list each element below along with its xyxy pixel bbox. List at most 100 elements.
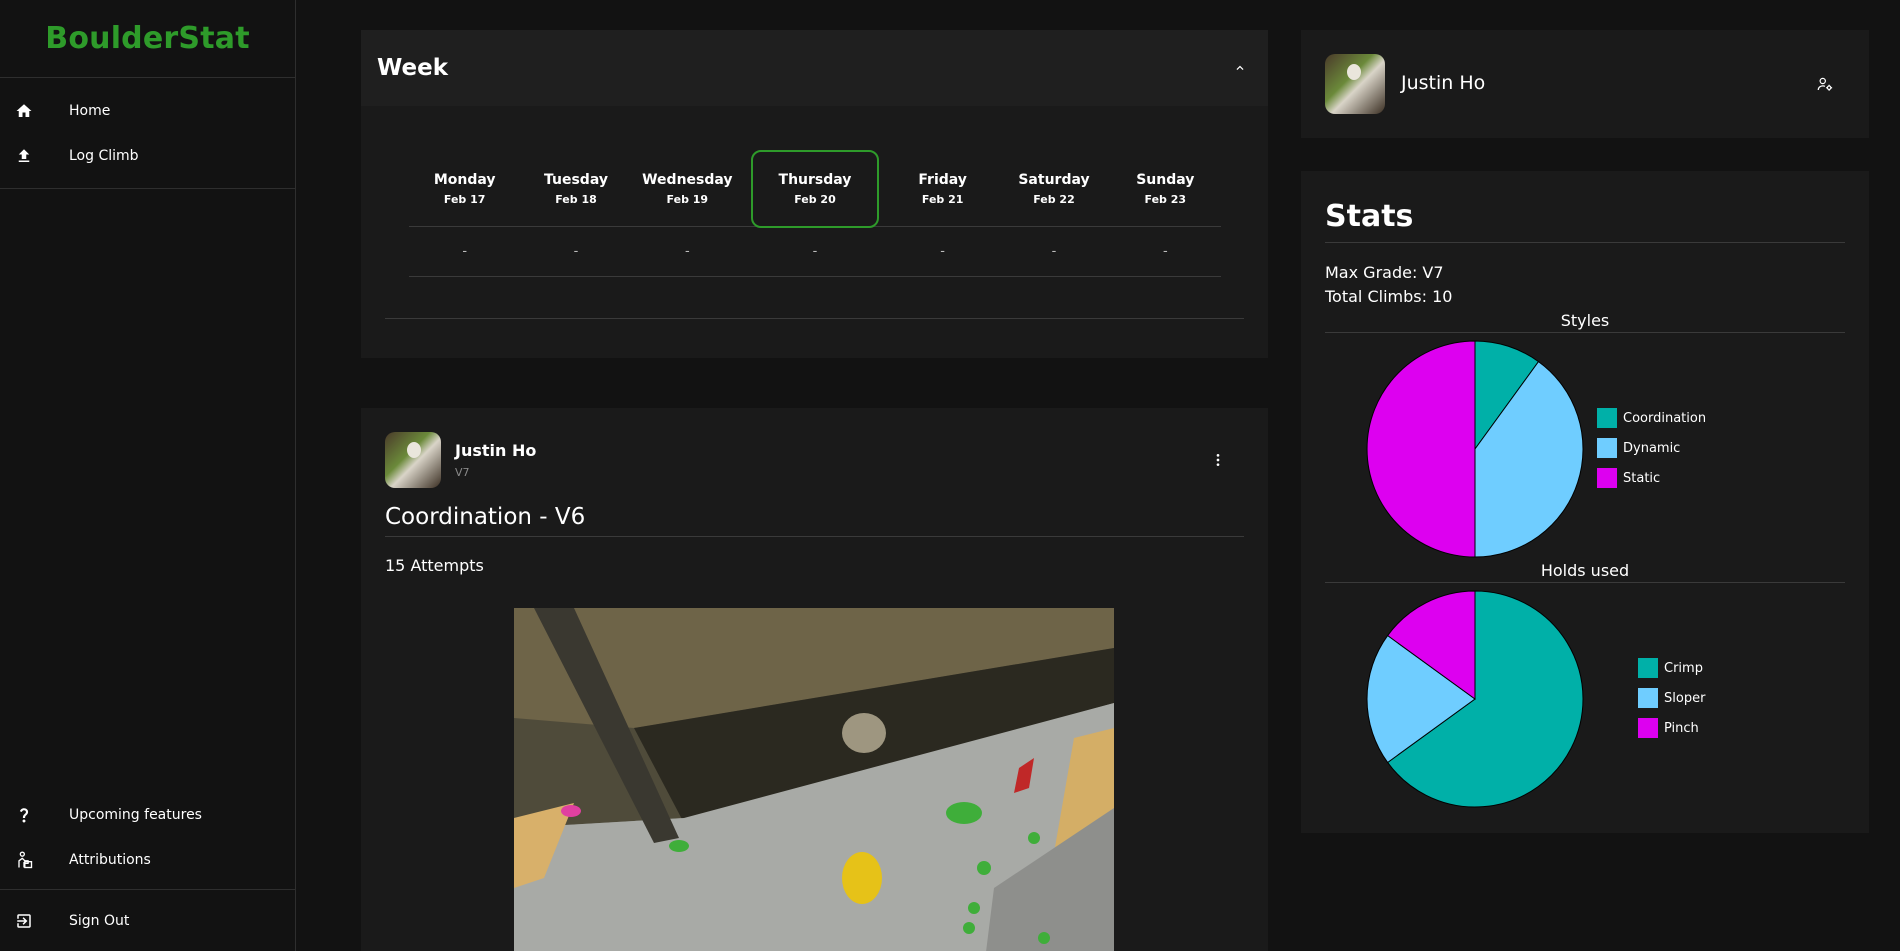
day-value: - <box>684 244 690 259</box>
legend-swatch <box>1597 438 1617 458</box>
signout-section: Sign Out <box>0 889 295 943</box>
user-settings-icon[interactable] <box>1813 72 1837 96</box>
week-days-table: Monday Feb 17 Tuesday Feb 18 Wednesday F… <box>409 149 1221 277</box>
day-date: Feb 17 <box>443 192 486 206</box>
legend-swatch <box>1638 658 1658 678</box>
sidebar-item-log-climb[interactable]: Log Climb <box>0 133 295 178</box>
day-name: Thursday <box>778 171 852 188</box>
sidebar-bottom-nav: Upcoming features Attributions <box>0 792 295 882</box>
home-icon <box>14 101 34 121</box>
sidebar-nav: Home Log Climb <box>0 78 295 189</box>
week-title: Week <box>377 55 449 81</box>
day-date: Feb 21 <box>921 192 964 206</box>
styles-chart-title: Styles <box>1325 311 1845 333</box>
chevron-up-icon[interactable] <box>1228 56 1252 80</box>
climb-user-info: Justin Ho V7 <box>455 441 536 479</box>
climb-user-grade: V7 <box>455 466 470 479</box>
max-grade-stat: Max Grade: V7 <box>1325 263 1444 282</box>
sidebar-item-label: Sign Out <box>69 912 130 929</box>
profile-card: Justin Ho <box>1301 30 1869 138</box>
week-card: Week Monday Feb 17 Tuesday Feb 18 Wednes… <box>361 30 1268 358</box>
day-value: - <box>1051 244 1057 259</box>
divider <box>385 318 1244 319</box>
styles-pie-chart <box>1366 340 1584 558</box>
day-name: Tuesday <box>544 171 608 188</box>
holds-chart-title: Holds used <box>1325 561 1845 583</box>
day-date: Feb 18 <box>555 192 597 206</box>
day-value: - <box>812 244 818 259</box>
day-value: - <box>462 244 468 259</box>
legend-swatch <box>1597 408 1617 428</box>
question-icon <box>14 805 34 825</box>
legend-swatch <box>1597 468 1617 488</box>
more-options-icon[interactable] <box>1208 450 1228 470</box>
legend-label: Sloper <box>1664 690 1706 706</box>
holds-legend-item[interactable]: Crimp <box>1638 653 1705 683</box>
days-value-row: - - - - - - - <box>409 227 1221 277</box>
day-date: Feb 19 <box>666 192 709 206</box>
total-climbs-stat: Total Climbs: 10 <box>1325 287 1453 306</box>
day-friday[interactable]: Friday Feb 21 <box>887 172 998 206</box>
holds-legend-item[interactable]: Pinch <box>1638 713 1705 743</box>
day-value: - <box>573 244 579 259</box>
brand-logo-text[interactable]: BoulderStat <box>45 21 249 56</box>
styles-slice-static[interactable] <box>1366 340 1476 558</box>
sidebar-item-attributions[interactable]: Attributions <box>0 837 295 882</box>
styles-legend-item[interactable]: Coordination <box>1597 403 1706 433</box>
day-date: Feb 22 <box>1033 192 1075 206</box>
sidebar-item-home[interactable]: Home <box>0 88 295 133</box>
climb-header: Justin Ho V7 <box>385 432 536 488</box>
holds-pie-chart <box>1366 590 1584 808</box>
day-tuesday[interactable]: Tuesday Feb 18 <box>520 172 631 206</box>
day-name: Monday <box>433 171 496 188</box>
sidebar: BoulderStat Home Log Climb Upcoming feat… <box>0 0 296 951</box>
day-value: - <box>1162 244 1168 259</box>
day-date: Feb 23 <box>1144 192 1187 206</box>
sidebar-item-sign-out[interactable]: Sign Out <box>0 898 295 943</box>
upload-icon <box>14 146 34 166</box>
styles-legend: Coordination Dynamic Static <box>1597 403 1706 493</box>
styles-legend-item[interactable]: Static <box>1597 463 1706 493</box>
day-saturday[interactable]: Saturday Feb 22 <box>998 172 1109 206</box>
sidebar-item-label: Upcoming features <box>69 806 202 823</box>
sidebar-item-label: Home <box>69 102 111 119</box>
styles-legend-item[interactable]: Dynamic <box>1597 433 1706 463</box>
brand-header: BoulderStat <box>0 0 295 78</box>
legend-label: Crimp <box>1664 660 1703 676</box>
profile-name[interactable]: Justin Ho <box>1401 72 1485 94</box>
day-wednesday[interactable]: Wednesday Feb 19 <box>632 172 743 206</box>
sidebar-item-upcoming-features[interactable]: Upcoming features <box>0 792 295 837</box>
day-sunday[interactable]: Sunday Feb 23 <box>1110 172 1221 206</box>
legend-label: Coordination <box>1623 410 1707 426</box>
day-name: Saturday <box>1018 171 1090 188</box>
week-header[interactable]: Week <box>361 30 1268 106</box>
sidebar-item-label: Log Climb <box>69 147 139 164</box>
climb-attempts: 15 Attempts <box>385 556 484 575</box>
climb-title: Coordination - V6 <box>385 504 1244 537</box>
day-value: - <box>940 244 945 259</box>
avatar[interactable] <box>385 432 441 488</box>
climb-user-name[interactable]: Justin Ho <box>455 441 536 460</box>
day-name: Friday <box>918 171 967 188</box>
sign-out-icon <box>14 911 34 931</box>
holds-legend-item[interactable]: Sloper <box>1638 683 1705 713</box>
avatar[interactable] <box>1325 54 1385 114</box>
legend-label: Pinch <box>1664 720 1699 736</box>
stats-title: Stats <box>1325 199 1845 243</box>
day-date: Feb 20 <box>794 192 836 206</box>
day-name: Sunday <box>1136 171 1195 188</box>
days-header-row: Monday Feb 17 Tuesday Feb 18 Wednesday F… <box>409 149 1221 228</box>
climb-card: Justin Ho V7 Coordination - V6 15 Attemp… <box>361 408 1268 951</box>
day-name: Wednesday <box>642 171 733 188</box>
climb-photo[interactable] <box>514 608 1114 951</box>
legend-swatch <box>1638 688 1658 708</box>
legend-label: Dynamic <box>1623 440 1681 456</box>
stats-card: Stats Max Grade: V7 Total Climbs: 10 Sty… <box>1301 171 1869 833</box>
legend-swatch <box>1638 718 1658 738</box>
sidebar-item-label: Attributions <box>69 851 151 868</box>
day-thursday-selected[interactable]: Thursday Feb 20 <box>750 149 879 228</box>
attribution-icon <box>14 850 34 870</box>
holds-legend: Crimp Sloper Pinch <box>1638 653 1705 743</box>
legend-label: Static <box>1623 470 1661 486</box>
day-monday[interactable]: Monday Feb 17 <box>409 172 520 206</box>
